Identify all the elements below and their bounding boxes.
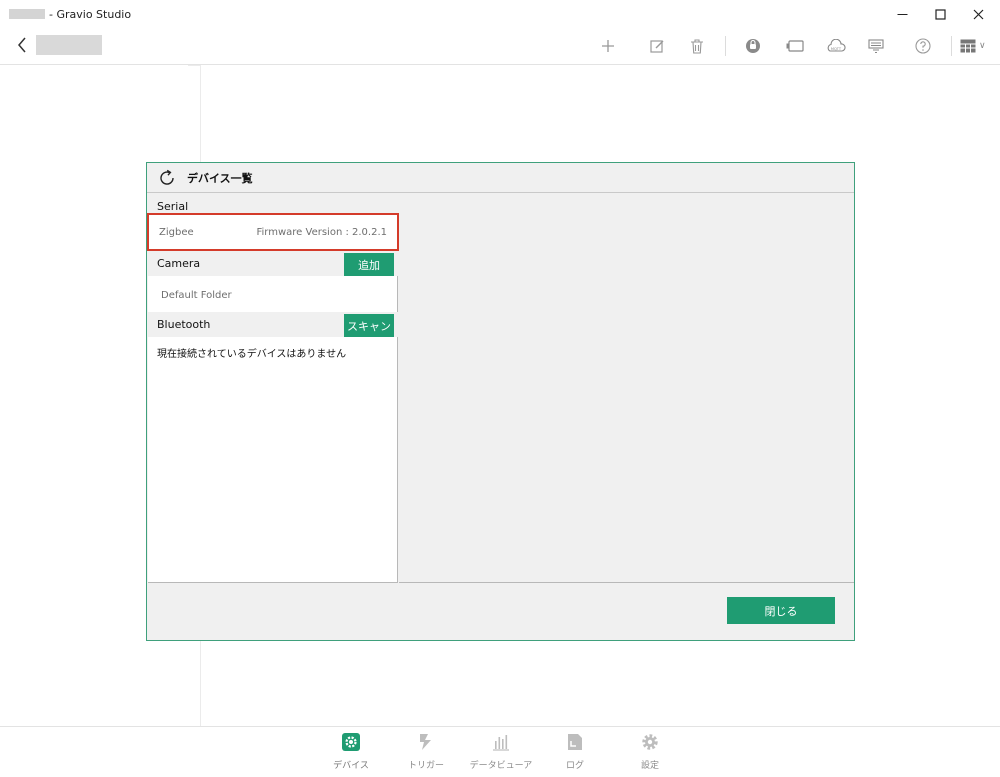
- bottom-nav: デバイス トリガー データビューア ログ 設定: [0, 727, 1000, 777]
- help-button[interactable]: [913, 36, 933, 56]
- svg-text:MQTT: MQTT: [831, 47, 842, 51]
- settings-panel-icon: [868, 38, 884, 53]
- device-list-pane: Serial Zigbee Firmware Version : 2.0.2.1…: [147, 194, 399, 583]
- nav-log[interactable]: ログ: [540, 733, 610, 773]
- capsule-icon: [746, 39, 760, 53]
- toolbar: MQTT ∨: [0, 28, 1000, 64]
- add-icon: [602, 40, 614, 52]
- empty-bluetooth-message: 現在接続されているデバイスはありません: [148, 338, 398, 366]
- minimize-button[interactable]: [884, 0, 920, 28]
- delete-icon: [691, 38, 703, 54]
- scan-bluetooth-button[interactable]: スキャン: [344, 314, 394, 337]
- settings-icon: [641, 733, 659, 751]
- dialog-header: デバイス一覧: [147, 163, 854, 193]
- edit-button[interactable]: [647, 36, 667, 56]
- maximize-button[interactable]: [922, 0, 958, 28]
- nav-devices[interactable]: デバイス: [316, 733, 386, 773]
- dialog-footer: 閉じる: [147, 583, 854, 640]
- delete-button[interactable]: [687, 36, 707, 56]
- redacted-breadcrumb: [36, 35, 102, 55]
- refresh-icon: [160, 169, 174, 185]
- layout-icon: [960, 39, 976, 53]
- help-icon: [915, 38, 931, 54]
- close-dialog-button[interactable]: 閉じる: [727, 597, 835, 624]
- layout-button[interactable]: ∨: [960, 36, 990, 56]
- mqtt-button[interactable]: MQTT: [825, 36, 847, 56]
- capsule-button[interactable]: [743, 36, 763, 56]
- device-button[interactable]: [785, 36, 805, 56]
- chart-icon: [492, 733, 510, 751]
- nav-label: デバイス: [333, 761, 369, 771]
- device-name: Default Folder: [161, 289, 232, 301]
- add-camera-button[interactable]: 追加: [344, 253, 394, 276]
- section-label-camera: Camera: [157, 257, 201, 270]
- window-title: - Gravio Studio: [49, 7, 132, 21]
- log-icon: [566, 733, 584, 751]
- nav-label: トリガー: [407, 761, 444, 771]
- toolbar-divider: [0, 64, 1000, 65]
- add-button[interactable]: [598, 36, 618, 56]
- close-button[interactable]: [960, 0, 996, 28]
- section-label-bluetooth: Bluetooth: [157, 318, 211, 331]
- window-controls: [882, 0, 1000, 28]
- mqtt-icon: MQTT: [827, 39, 846, 52]
- device-row-zigbee[interactable]: Zigbee Firmware Version : 2.0.2.1: [147, 213, 399, 251]
- nav-settings[interactable]: 設定: [615, 733, 685, 773]
- redacted-project-name: [9, 9, 45, 19]
- toolbar-separator: [725, 36, 726, 56]
- section-header-camera: Camera 追加: [148, 251, 398, 276]
- trigger-icon: [417, 733, 435, 751]
- section-header-bluetooth: Bluetooth スキャン: [148, 312, 398, 337]
- nav-label: 設定: [640, 761, 659, 771]
- nav-label: データビューア: [469, 761, 533, 771]
- nav-data-viewer[interactable]: データビューア: [466, 733, 536, 773]
- maximize-icon: [934, 8, 946, 20]
- edit-icon: [649, 39, 663, 53]
- device-name: Zigbee: [159, 226, 194, 238]
- nav-label: ログ: [565, 761, 584, 771]
- section-label-serial: Serial: [157, 200, 189, 213]
- device-list-dialog: デバイス一覧 Serial Zigbee Firmware Version : …: [146, 162, 855, 641]
- toolbar-separator: [951, 36, 952, 56]
- panel-settings-button[interactable]: [866, 36, 886, 56]
- firmware-version: Firmware Version : 2.0.2.1: [256, 226, 388, 238]
- device-row-default-folder[interactable]: Default Folder: [148, 281, 398, 309]
- empty-message: 現在接続されているデバイスはありません: [157, 348, 347, 360]
- chevron-down-icon: ∨: [979, 41, 986, 51]
- minimize-icon: [897, 13, 907, 15]
- nav-triggers[interactable]: トリガー: [391, 733, 461, 773]
- device-gear-icon: [342, 733, 360, 751]
- back-icon: [18, 37, 26, 53]
- device-icon: [786, 40, 804, 52]
- close-icon: [973, 9, 983, 19]
- back-button[interactable]: [14, 36, 30, 54]
- device-detail-pane: [399, 194, 854, 583]
- title-bar: - Gravio Studio: [0, 0, 1000, 28]
- refresh-button[interactable]: [157, 168, 177, 188]
- dialog-title: デバイス一覧: [187, 171, 253, 185]
